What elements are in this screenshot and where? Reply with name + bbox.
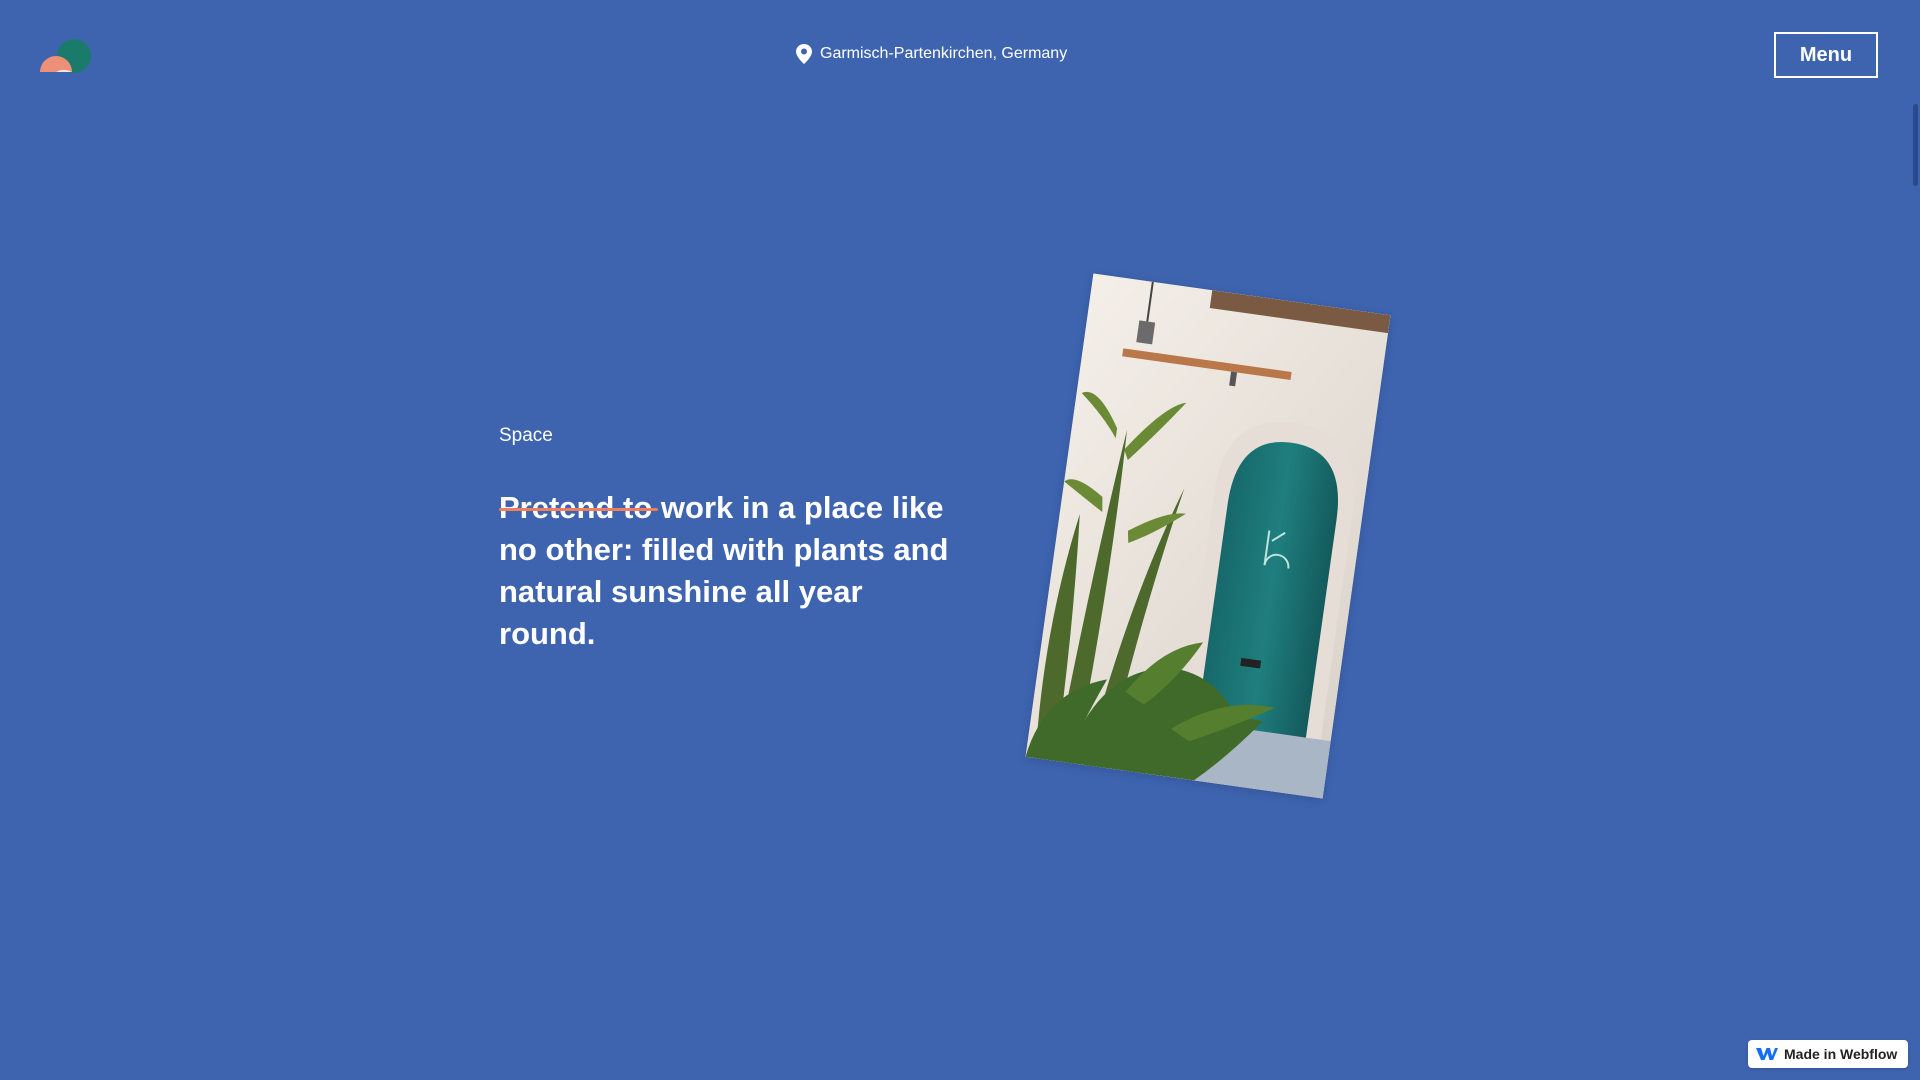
scrollbar-thumb[interactable] — [1913, 104, 1918, 186]
location: Garmisch-Partenkirchen, Germany — [796, 44, 1067, 64]
made-in-webflow-badge[interactable]: Made in Webflow — [1748, 1040, 1908, 1068]
location-text: Garmisch-Partenkirchen, Germany — [820, 45, 1068, 62]
section-label: Space — [499, 425, 553, 446]
interior-photo — [1025, 273, 1391, 799]
headline: Pretend to work in a place like no other… — [499, 487, 949, 655]
half-circles-logo-icon[interactable] — [38, 38, 92, 74]
headline-struck-text: Pretend to — [499, 490, 653, 525]
webflow-badge-label: Made in Webflow — [1784, 1046, 1898, 1062]
photo-illustration — [1025, 273, 1391, 799]
webflow-logo-icon — [1756, 1048, 1778, 1060]
map-pin-icon — [796, 44, 812, 64]
menu-button[interactable]: Menu — [1774, 32, 1878, 78]
page: Garmisch-Partenkirchen, Germany Menu Spa… — [0, 0, 1920, 1080]
